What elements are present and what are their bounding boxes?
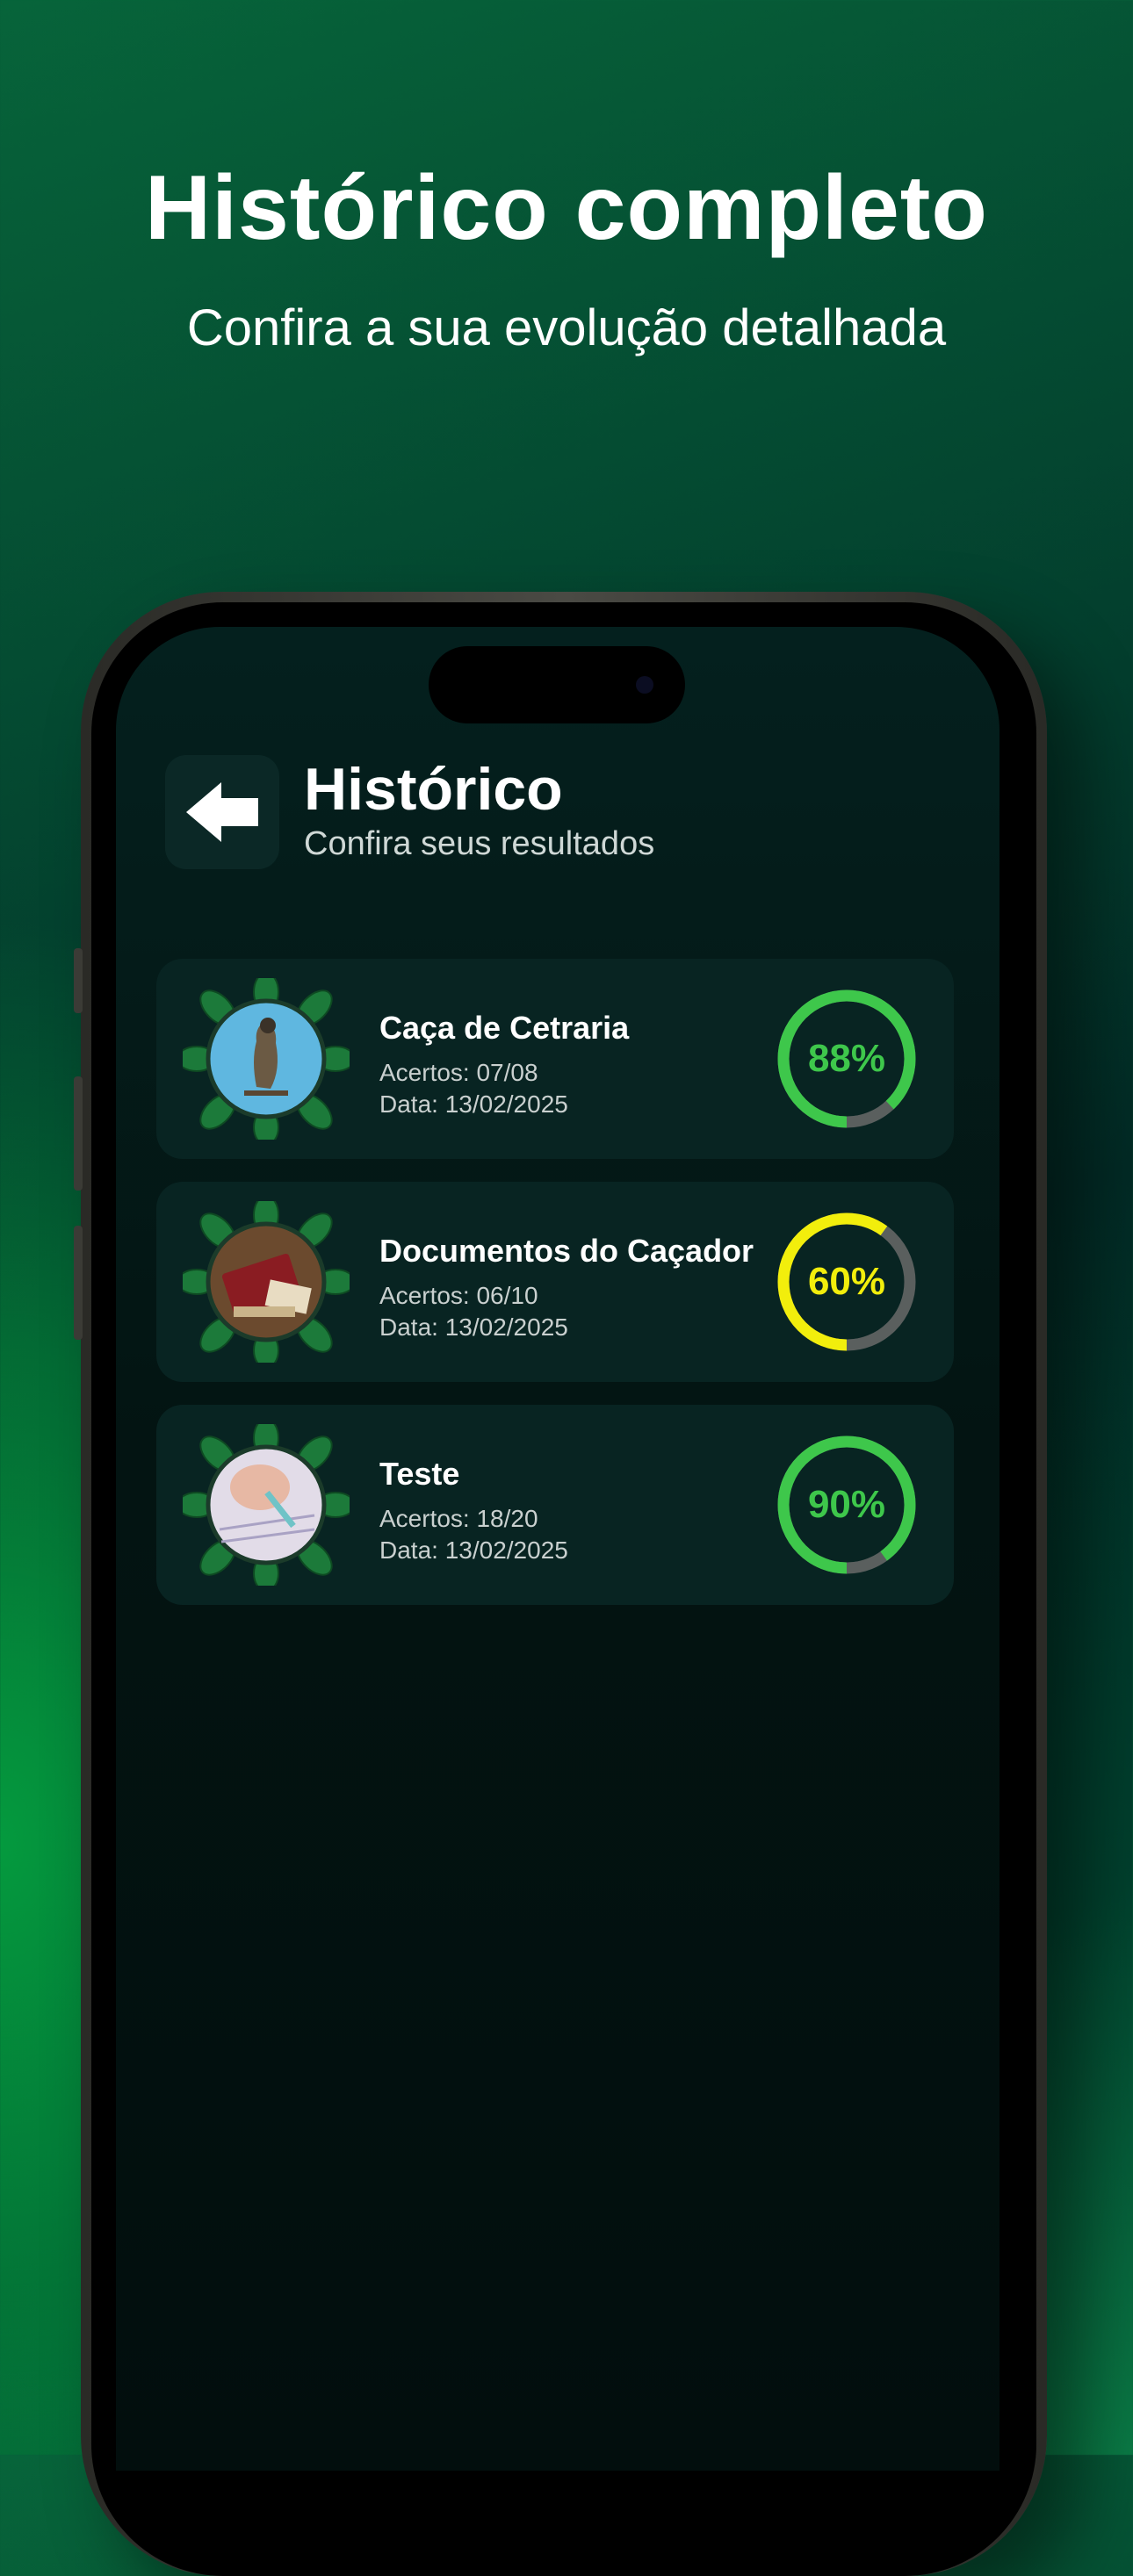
result-hits: Acertos: 07/08 bbox=[379, 1059, 538, 1086]
documents-photo bbox=[183, 1201, 350, 1363]
result-card-caca-de-cetraria[interactable]: Caça de Cetraria Acertos: 07/08 Data: 13… bbox=[156, 959, 954, 1159]
score-percent: 60% bbox=[807, 1260, 886, 1303]
writing-hand-photo bbox=[183, 1424, 350, 1586]
hero-title: Histórico completo bbox=[145, 157, 988, 259]
score-percent: 88% bbox=[807, 1037, 886, 1080]
phone-action-button bbox=[74, 948, 83, 1013]
result-date: Data: 13/02/2025 bbox=[379, 1313, 568, 1341]
phone-volume-down-button bbox=[74, 1226, 83, 1340]
result-card-teste[interactable]: Teste Acertos: 18/20 Data: 13/02/2025 90… bbox=[156, 1405, 954, 1605]
page-subtitle: Confira seus resultados bbox=[304, 825, 655, 862]
back-button[interactable] bbox=[165, 755, 279, 869]
result-title: Documentos do Caçador bbox=[379, 1233, 754, 1269]
arrow-left-icon bbox=[186, 782, 258, 842]
dynamic-island bbox=[429, 646, 685, 723]
result-title: Caça de Cetraria bbox=[379, 1010, 630, 1046]
result-card-documentos-do-cacador[interactable]: Documentos do Caçador Acertos: 06/10 Dat… bbox=[156, 1182, 954, 1382]
result-title: Teste bbox=[379, 1456, 460, 1492]
result-date: Data: 13/02/2025 bbox=[379, 1536, 568, 1564]
result-date: Data: 13/02/2025 bbox=[379, 1090, 568, 1118]
result-hits: Acertos: 06/10 bbox=[379, 1282, 538, 1309]
app-screen: Histórico Confira seus resultados Caça d… bbox=[116, 627, 999, 2471]
phone-volume-up-button bbox=[74, 1076, 83, 1191]
score-percent: 90% bbox=[807, 1483, 886, 1526]
falcon-photo bbox=[183, 978, 350, 1140]
result-hits: Acertos: 18/20 bbox=[379, 1505, 538, 1532]
hero-subtitle: Confira a sua evolução detalhada bbox=[186, 299, 947, 356]
page-title: Histórico bbox=[304, 756, 563, 823]
